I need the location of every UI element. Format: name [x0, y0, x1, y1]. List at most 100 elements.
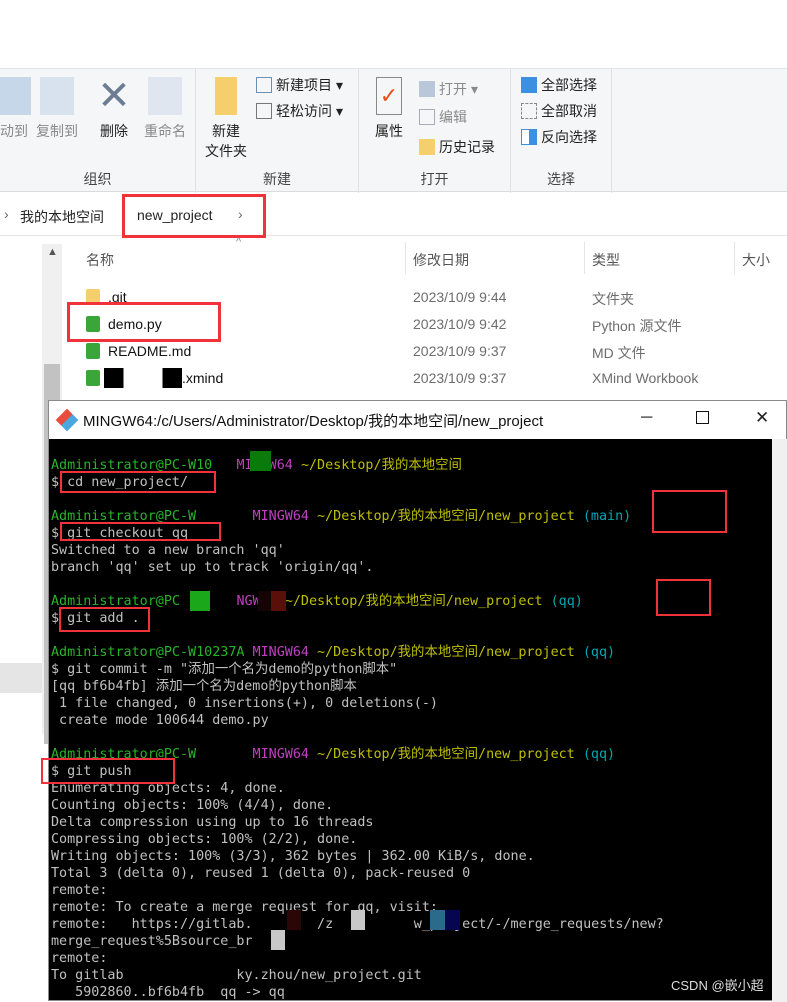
- file-row[interactable]: README.md: [86, 338, 191, 364]
- properties-button[interactable]: ✓ 属性: [369, 77, 409, 141]
- terminal-line: Counting objects: 100% (4/4), done.: [51, 797, 664, 814]
- file-row[interactable]: demo.py: [86, 311, 162, 337]
- terminal-line: create mode 100644 demo.py: [51, 712, 664, 729]
- terminal-segment-text: Writing objects: 100% (3/3), 362 bytes |…: [51, 849, 535, 864]
- group-label-select: 选择: [547, 171, 575, 187]
- delete-button[interactable]: ✕ 删除: [94, 74, 134, 141]
- close-button[interactable]: ✕: [755, 408, 769, 428]
- terminal-title: MINGW64:/c/Users/Administrator/Desktop/我…: [83, 412, 544, 430]
- terminal-segment-text: remote: To create a merge request for qq…: [51, 900, 438, 915]
- select-all-button[interactable]: 全部选择: [521, 73, 597, 97]
- invert-selection-button[interactable]: 反向选择: [521, 125, 597, 149]
- history-button[interactable]: 历史记录: [419, 135, 495, 159]
- minimize-button[interactable]: ─: [641, 409, 652, 427]
- terminal-segment-text: Counting objects: 100% (4/4), done.: [51, 798, 334, 813]
- select-all-icon: [521, 77, 537, 93]
- redaction-mask: [271, 591, 286, 611]
- group-label-new: 新建: [263, 171, 291, 187]
- terminal-line: remote:: [51, 950, 664, 967]
- file-row[interactable]: .xmind: [86, 365, 223, 391]
- terminal-window[interactable]: MINGW64:/c/Users/Administrator/Desktop/我…: [48, 400, 787, 1002]
- folder-icon: [215, 77, 237, 115]
- select-none-button[interactable]: 全部取消: [521, 99, 597, 123]
- terminal-line: $ git push: [51, 763, 664, 780]
- file-row[interactable]: .git: [86, 284, 127, 310]
- file-date: 2023/10/9 9:44: [413, 289, 507, 305]
- redaction-mask: [190, 591, 210, 611]
- terminal-line: To gitlab ky.zhou/new_project.git: [51, 967, 664, 984]
- new-item-icon: [256, 77, 272, 93]
- terminal-segment-text: $ git checkout qq: [51, 526, 189, 541]
- group-label-open: 打开: [420, 171, 449, 187]
- terminal-segment-text: To gitlab ky.zhou/new_project.git: [51, 968, 422, 983]
- terminal-segment-text: Compressing objects: 100% (2/2), done.: [51, 832, 358, 847]
- terminal-line: $ git commit -m "添加一个名为demo的python脚本": [51, 661, 664, 678]
- open-button[interactable]: 打开 ▾: [419, 77, 478, 101]
- terminal-segment-text: Total 3 (delta 0), reused 1 (delta 0), p…: [51, 866, 471, 881]
- address-bar[interactable]: › 我的本地空间 new_project ›: [0, 194, 787, 236]
- column-header-date[interactable]: 修改日期: [413, 250, 469, 270]
- select-none-icon: [521, 103, 537, 119]
- terminal-scrollbar[interactable]: [772, 439, 787, 1002]
- nav-item-selected[interactable]: [0, 663, 42, 693]
- terminal-line: Administrator@PC NGW64 ~/Desktop/我的本地空间/…: [51, 593, 664, 610]
- edit-button[interactable]: 编辑: [419, 105, 467, 129]
- column-header-size[interactable]: 大小: [742, 250, 770, 270]
- chevron-right-icon: ›: [238, 206, 243, 222]
- terminal-segment-path: ~/Desktop/我的本地空间/new_project: [317, 747, 575, 762]
- easy-access-button[interactable]: 轻松访问 ▾: [256, 99, 343, 123]
- terminal-line: $ cd new_project/: [51, 474, 664, 491]
- history-icon: [419, 139, 435, 155]
- chevron-right-icon: ›: [4, 206, 9, 222]
- terminal-line: Administrator@PC-W MINGW64 ~/Desktop/我的本…: [51, 508, 664, 525]
- ribbon-group-open: ✓ 属性 打开 ▾ 编辑 历史记录 打开: [359, 69, 511, 193]
- breadcrumb-item[interactable]: 我的本地空间: [20, 207, 104, 227]
- terminal-segment-path: ~/Desktop/我的本地空间/new_project: [317, 509, 575, 524]
- redaction-mask: [250, 451, 271, 471]
- terminal-segment-user: Administrator@PC-W: [51, 747, 253, 762]
- maximize-button[interactable]: [696, 411, 709, 424]
- copy-to-button[interactable]: 复制到: [34, 77, 80, 141]
- delete-x-icon: ✕: [97, 74, 131, 118]
- move-icon: [0, 77, 31, 115]
- column-divider: [584, 242, 585, 274]
- markdown-file-icon: [86, 343, 100, 359]
- redaction-mask: [445, 910, 460, 930]
- terminal-segment-branch: (qq): [574, 645, 616, 660]
- new-item-button[interactable]: 新建项目 ▾: [256, 73, 343, 97]
- terminal-line: Enumerating objects: 4, done.: [51, 780, 664, 797]
- terminal-line: $ git add .: [51, 610, 664, 627]
- file-type: Python 源文件: [592, 318, 682, 334]
- new-folder-button[interactable]: 新建 文件夹: [202, 77, 250, 161]
- ribbon-group-organize: 动到 复制到 ✕ 删除 重命名 组织: [0, 69, 196, 193]
- redaction-mask: [287, 910, 301, 930]
- column-header-type[interactable]: 类型: [592, 250, 620, 270]
- breadcrumb-item-current[interactable]: new_project: [137, 207, 213, 223]
- terminal-line: Switched to a new branch 'qq': [51, 542, 664, 559]
- rename-button[interactable]: 重命名: [140, 77, 190, 141]
- terminal-segment-text: 1 file changed, 0 insertions(+), 0 delet…: [51, 696, 438, 711]
- redaction-mask: [104, 368, 182, 388]
- file-date: 2023/10/9 9:42: [413, 316, 507, 332]
- file-name: demo.py: [108, 316, 162, 332]
- python-file-icon: [86, 316, 100, 332]
- file-type: MD 文件: [592, 345, 646, 361]
- file-name: .git: [108, 289, 127, 305]
- ribbon: 动到 复制到 ✕ 删除 重命名 组织 新建 文件夹 新建项目 ▾ 轻松访问 ▾ 新…: [0, 68, 787, 193]
- scroll-up-icon[interactable]: ▲: [47, 246, 58, 258]
- invert-selection-icon: [521, 129, 537, 145]
- terminal-segment-user: Administrator@PC-W10237A: [51, 645, 253, 660]
- terminal-segment-text: $ git push: [51, 764, 132, 779]
- terminal-line: 5902860..bf6b4fb qq -> qq: [51, 984, 664, 1001]
- terminal-segment-branch: (main): [574, 509, 632, 524]
- terminal-segment-text: branch 'qq' set up to track 'origin/qq'.: [51, 560, 374, 575]
- terminal-line: $ git checkout qq: [51, 525, 664, 542]
- column-divider: [405, 242, 406, 274]
- terminal-segment-host: MINGW64: [252, 645, 318, 660]
- terminal-line: Administrator@PC-W MINGW64 ~/Desktop/我的本…: [51, 746, 664, 763]
- terminal-title-bar[interactable]: MINGW64:/c/Users/Administrator/Desktop/我…: [49, 401, 786, 439]
- move-to-button[interactable]: 动到: [0, 77, 32, 141]
- column-header-name[interactable]: 名称: [86, 250, 114, 270]
